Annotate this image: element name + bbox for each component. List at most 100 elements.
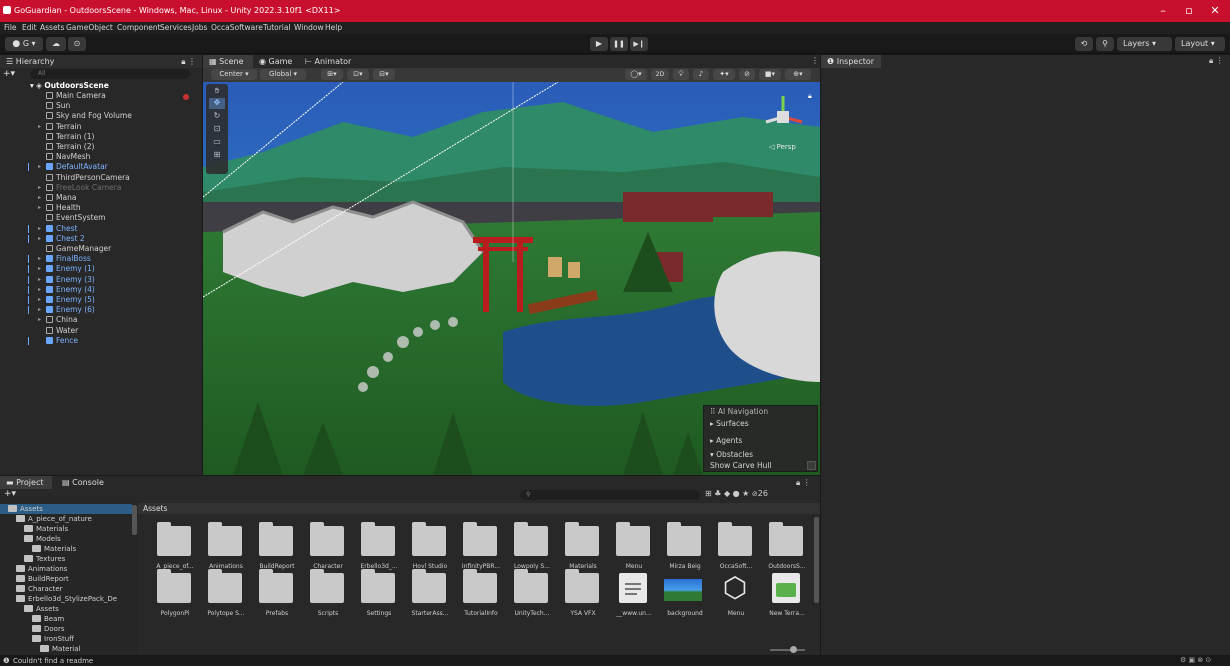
asset-item[interactable]: OccaSoft... bbox=[713, 522, 759, 574]
lighting-toggle-icon[interactable]: 💡︎ bbox=[673, 69, 689, 80]
menu-window[interactable]: Window bbox=[294, 23, 324, 32]
cloud-icon[interactable]: ☁ bbox=[46, 37, 66, 51]
effects-toggle-icon[interactable]: ✦▾ bbox=[713, 69, 735, 80]
hierarchy-item[interactable]: ▸ DefaultAvatar bbox=[0, 162, 200, 172]
expand-arrow-icon[interactable]: ▸ bbox=[38, 193, 41, 203]
project-lock-icon[interactable]: 🔒︎ ⋮ bbox=[796, 478, 811, 488]
asset-scrollbar[interactable] bbox=[814, 517, 819, 603]
project-tree-item[interactable]: Beam bbox=[32, 614, 64, 624]
gizmos-dropdown-icon[interactable]: ⊕▾ bbox=[785, 69, 811, 80]
menu-file[interactable]: File bbox=[4, 23, 17, 32]
hierarchy-item[interactable]: Sky and Fog Volume bbox=[0, 111, 200, 121]
audio-toggle-icon[interactable]: ♪ bbox=[693, 69, 709, 80]
project-tree-item[interactable]: IronStuff bbox=[32, 634, 74, 644]
tree-scrollbar[interactable] bbox=[132, 505, 137, 535]
project-tree-item[interactable]: Assets bbox=[24, 604, 59, 614]
expand-arrow-icon[interactable]: ▸ bbox=[38, 234, 41, 244]
menu-component[interactable]: Component bbox=[117, 23, 161, 32]
hierarchy-item[interactable]: Fence bbox=[0, 336, 200, 346]
pause-button[interactable]: ❚❚ bbox=[610, 37, 628, 51]
pivot-center-dropdown[interactable]: Center ▾ bbox=[211, 69, 257, 80]
expand-arrow-icon[interactable]: ▸ bbox=[38, 162, 41, 172]
scale-tool-icon[interactable]: ⊡ bbox=[209, 124, 225, 135]
lock-icon[interactable]: 🔒︎ ⋮ bbox=[181, 55, 196, 68]
hierarchy-item[interactable]: ▸ Enemy (5) bbox=[0, 295, 200, 305]
hierarchy-item[interactable]: GameManager bbox=[0, 244, 200, 254]
step-button[interactable]: ▶❙ bbox=[630, 37, 648, 51]
hierarchy-item[interactable]: EventSystem bbox=[0, 213, 200, 223]
search-icon[interactable]: ⚲ bbox=[1096, 37, 1114, 51]
menu-jobs[interactable]: Jobs bbox=[192, 23, 207, 32]
project-tree-item[interactable]: Materials bbox=[32, 544, 76, 554]
asset-item[interactable]: Polytope S... bbox=[203, 569, 249, 621]
menu-tutorial[interactable]: Tutorial bbox=[263, 23, 291, 32]
asset-item[interactable]: Animations bbox=[203, 522, 249, 574]
hierarchy-search-input[interactable]: All bbox=[30, 69, 190, 79]
move-tool-icon[interactable]: ✥ bbox=[209, 98, 225, 109]
project-search-input[interactable]: ⚲ bbox=[520, 490, 700, 500]
hand-tool-icon[interactable]: ✋︎ bbox=[209, 86, 225, 97]
pivot-global-dropdown[interactable]: Global ▾ bbox=[260, 69, 306, 80]
hierarchy-item[interactable]: ▸ Enemy (1) bbox=[0, 264, 200, 274]
play-button[interactable]: ▶ bbox=[590, 37, 608, 51]
layers-dropdown[interactable]: Layers ▾ bbox=[1117, 37, 1172, 51]
asset-item[interactable]: Scripts bbox=[305, 569, 351, 621]
project-tree-item[interactable]: Animations bbox=[16, 564, 67, 574]
hierarchy-item[interactable]: ▸ Enemy (6) bbox=[0, 305, 200, 315]
asset-item[interactable]: TutorialInfo bbox=[458, 569, 504, 621]
asset-item[interactable]: Lowpoly S... bbox=[509, 522, 555, 574]
minimize-button[interactable]: – bbox=[1152, 3, 1174, 19]
hierarchy-item[interactable]: Terrain (2) bbox=[0, 142, 200, 152]
asset-item[interactable]: UnityTech... bbox=[509, 569, 555, 621]
obstacles-foldout[interactable]: ▾ Obstacles bbox=[710, 450, 753, 459]
expand-arrow-icon[interactable]: ▸ bbox=[38, 275, 41, 285]
asset-item[interactable]: ⬡ Menu bbox=[713, 573, 759, 621]
show-carve-hull-checkbox[interactable] bbox=[807, 461, 816, 470]
hierarchy-item[interactable]: Sun bbox=[0, 101, 200, 111]
asset-item[interactable]: New Terra... bbox=[764, 573, 810, 621]
tab-game[interactable]: ◉ Game bbox=[253, 55, 299, 68]
zoom-slider-handle[interactable] bbox=[790, 646, 797, 653]
expand-arrow-icon[interactable]: ▸ bbox=[38, 183, 41, 193]
tab-inspector[interactable]: ❶ Inspector bbox=[821, 55, 881, 68]
hierarchy-item[interactable]: ▸ Mana bbox=[0, 193, 200, 203]
hierarchy-item[interactable]: ▸ Enemy (4) bbox=[0, 285, 200, 295]
asset-item[interactable]: InfinityPBR... bbox=[458, 522, 504, 574]
gizmo-lock-icon[interactable]: 🔒︎ bbox=[808, 92, 812, 101]
project-tree-item[interactable]: BuildReport bbox=[16, 574, 69, 584]
asset-item[interactable]: A_piece_of... bbox=[152, 522, 198, 574]
asset-item[interactable]: OutdoorsS... bbox=[764, 522, 810, 574]
hierarchy-item[interactable]: ▸ China bbox=[0, 315, 200, 325]
draw-mode-icon[interactable]: ◯▾ bbox=[625, 69, 647, 80]
menu-assets[interactable]: Assets bbox=[40, 23, 64, 32]
2d-toggle[interactable]: 2D bbox=[651, 69, 669, 80]
hierarchy-item[interactable]: NavMesh bbox=[0, 152, 200, 162]
agents-foldout[interactable]: ▸ Agents bbox=[710, 436, 742, 445]
project-tree-item[interactable]: A_piece_of_nature bbox=[16, 514, 92, 524]
project-filter-icons[interactable]: ⊞ ♣ ◆ ● ★ ⊘26 bbox=[705, 489, 768, 498]
account-dropdown[interactable]: ● G ▾ bbox=[5, 37, 43, 51]
add-object-button[interactable]: +▾ bbox=[3, 69, 15, 79]
orientation-gizmo[interactable] bbox=[758, 92, 808, 137]
asset-item[interactable]: BuildReport bbox=[254, 522, 300, 574]
zoom-slider[interactable] bbox=[770, 649, 805, 651]
rotate-tool-icon[interactable]: ↻ bbox=[209, 111, 225, 122]
tab-hierarchy[interactable]: ☰ Hierarchy 🔒︎ ⋮ bbox=[0, 55, 202, 68]
hierarchy-item[interactable]: ▸ Chest 2 bbox=[0, 234, 200, 244]
hierarchy-item[interactable]: ThirdPersonCamera bbox=[0, 173, 200, 183]
hierarchy-item[interactable]: ▸ Enemy (3) bbox=[0, 275, 200, 285]
menu-help[interactable]: Help bbox=[325, 23, 342, 32]
status-message[interactable]: Couldn't find a readme bbox=[13, 657, 93, 665]
camera-settings-icon[interactable]: ■▾ bbox=[759, 69, 781, 80]
expand-arrow-icon[interactable]: ▸ bbox=[38, 122, 41, 132]
asset-item[interactable]: Hovl Studio bbox=[407, 522, 453, 574]
project-tree-item[interactable]: Textures bbox=[24, 554, 65, 564]
history-icon[interactable]: ⟲ bbox=[1075, 37, 1093, 51]
project-tree-item[interactable]: Assets bbox=[0, 504, 132, 514]
project-tree-item[interactable]: Doors bbox=[32, 624, 64, 634]
tab-scene[interactable]: ▦ Scene bbox=[203, 55, 253, 68]
expand-arrow-icon[interactable]: ▸ bbox=[38, 295, 41, 305]
hidden-objects-icon[interactable]: ⊘ bbox=[739, 69, 755, 80]
hierarchy-item[interactable]: Water bbox=[0, 326, 200, 336]
asset-item[interactable]: YSA VFX bbox=[560, 569, 606, 621]
